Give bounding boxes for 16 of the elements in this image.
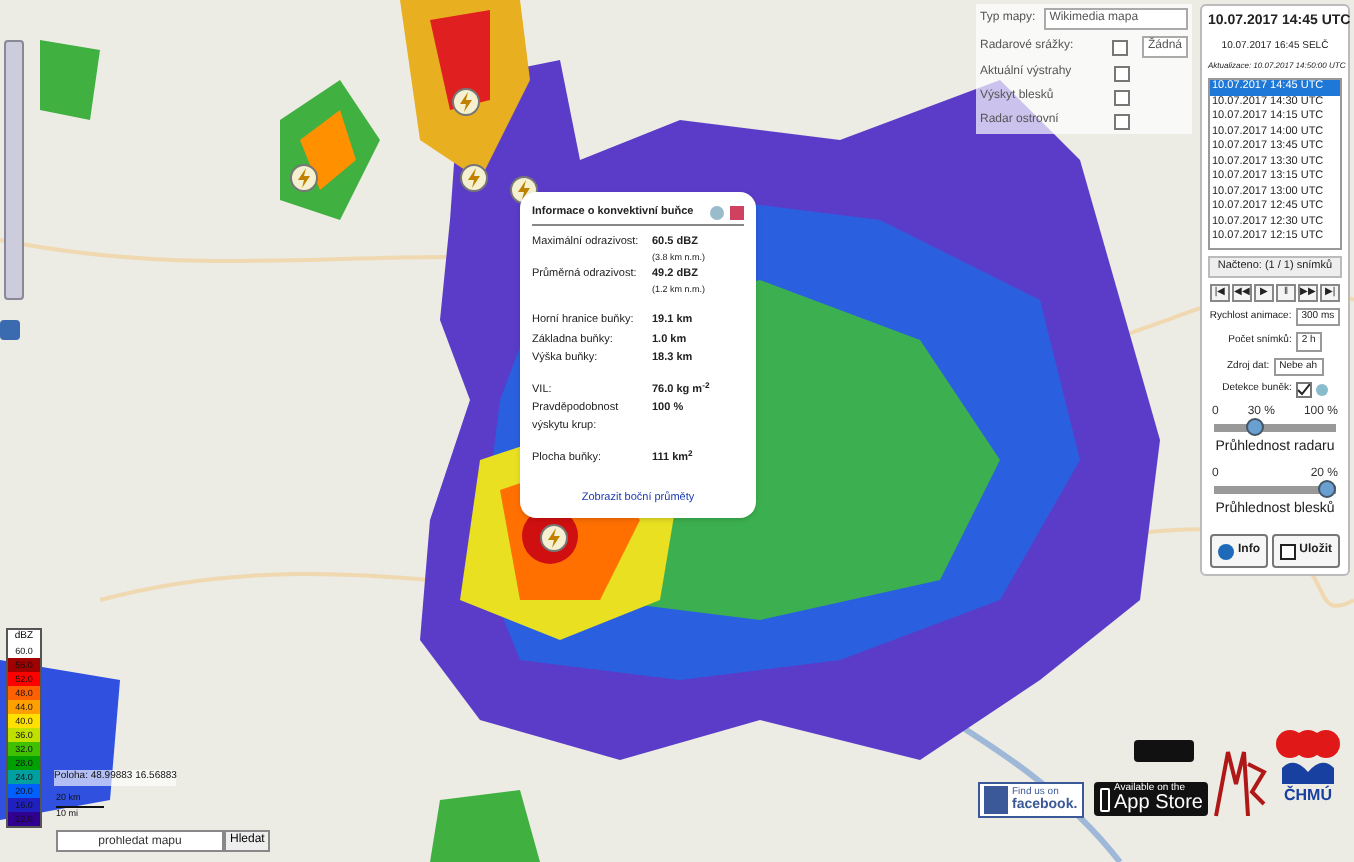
slider-thumb[interactable] bbox=[1245, 418, 1264, 436]
info-icon bbox=[1218, 543, 1234, 559]
close-icon[interactable] bbox=[730, 205, 744, 220]
badge-title: App Store bbox=[1114, 794, 1203, 814]
slider-thumb[interactable] bbox=[1318, 479, 1336, 497]
chmu-logo-text: ČHMÚ bbox=[1284, 788, 1332, 804]
scale-bar bbox=[56, 805, 104, 808]
slider-track[interactable] bbox=[1214, 424, 1336, 432]
chmu-logo-icon bbox=[1274, 728, 1342, 788]
slider-track[interactable] bbox=[1214, 485, 1336, 493]
checkbox[interactable] bbox=[1295, 382, 1312, 398]
phone-icon bbox=[1100, 787, 1110, 811]
save-icon bbox=[1279, 543, 1296, 559]
facebook-icon bbox=[984, 786, 1008, 814]
layers-icon[interactable] bbox=[0, 320, 20, 340]
time-list[interactable] bbox=[1208, 78, 1342, 251]
